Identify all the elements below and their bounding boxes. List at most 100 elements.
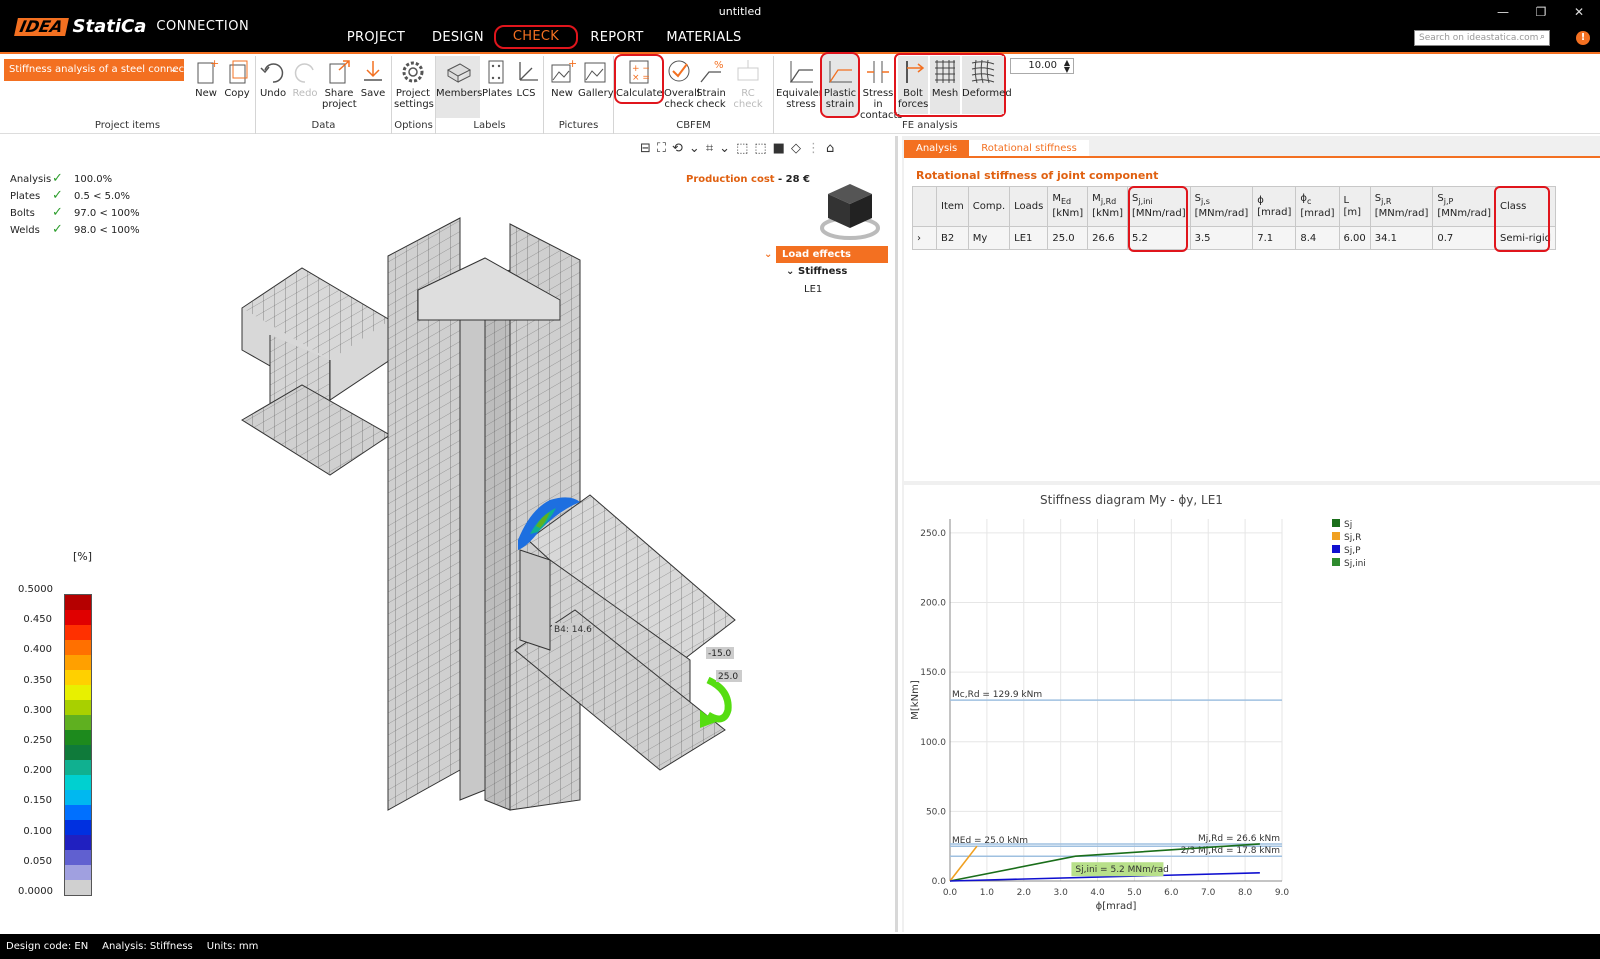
stress-curve-icon <box>787 58 815 86</box>
gallery-button[interactable]: Gallery <box>578 58 614 99</box>
menu-check[interactable]: CHECK <box>494 25 578 49</box>
svg-text:× =: × = <box>632 73 650 83</box>
equivalent-stress-button[interactable]: Equivalent stress <box>776 58 829 110</box>
button-label: Overall <box>664 88 700 99</box>
y-tick-label: 0.0 <box>932 877 947 887</box>
undo-button[interactable]: Undo <box>258 58 288 99</box>
table-row[interactable]: › B2 My LE1 25.0 26.6 5.2 3.5 7.1 8.4 6.00 34.1 0.7 S… <box>912 226 1556 250</box>
plastic-strain-icon <box>826 58 854 86</box>
strain-color-scale <box>64 594 92 896</box>
project-item-dropdown[interactable]: Stiffness analysis of a steel connecti ⌄ <box>4 59 184 81</box>
legend-tick-label: 0.150 <box>23 795 52 807</box>
view-wire-icon[interactable]: ⬚ <box>754 141 766 156</box>
menu-report[interactable]: REPORT <box>584 28 650 52</box>
copy-item-button[interactable]: Copy <box>222 58 252 99</box>
legend-swatch <box>1332 545 1340 553</box>
table-cell: 7.1 <box>1252 226 1297 250</box>
view-cube-icon[interactable] <box>820 182 880 242</box>
button-label: Redo <box>292 88 318 99</box>
home-icon[interactable]: ⌂ <box>826 141 834 156</box>
calculator-icon: + − × = <box>625 58 653 86</box>
redo-button[interactable]: Redo <box>290 58 320 99</box>
expand-row-icon[interactable]: › <box>912 226 937 250</box>
legend-tick-label: 0.0000 <box>18 886 53 897</box>
group-label: Pictures <box>558 120 599 131</box>
deformed-button[interactable]: Deformed <box>962 56 1012 114</box>
rotate-icon[interactable]: ⟲ <box>672 141 683 156</box>
save-button[interactable]: Save <box>358 58 388 99</box>
crop-icon[interactable]: ⌗ <box>706 141 713 156</box>
legend-tick-label: 0.450 <box>23 614 52 626</box>
tab-analysis[interactable]: Analysis <box>904 140 970 157</box>
table-cell: B2 <box>936 226 969 250</box>
project-settings-button[interactable]: Project settings <box>394 58 434 110</box>
status-units: Units: mm <box>206 941 259 952</box>
group-label: Labels <box>473 120 506 131</box>
legend-swatch <box>65 715 91 730</box>
deformed-mesh-icon <box>969 58 997 86</box>
mesh-button[interactable]: Mesh <box>930 56 960 114</box>
view-3d-icon[interactable]: ⬚ <box>736 141 748 156</box>
tree-header[interactable]: ⌄ Load effects <box>764 246 888 263</box>
column-header: L [m] <box>1338 186 1371 227</box>
zoom-fit-icon[interactable]: ⛶ <box>657 141 666 156</box>
load-effects-tree: ⌄ Load effects ⌄ Stiffness LE1 <box>764 246 888 299</box>
rc-check-button[interactable]: RC check <box>728 58 768 110</box>
button-label: project <box>322 99 357 110</box>
bolt-forces-button[interactable]: Bolt forces <box>898 56 928 114</box>
result-value: 0.5 < 5.0% <box>74 191 131 202</box>
new-item-button[interactable]: + New <box>192 57 220 99</box>
strain-check-button[interactable]: % Strain check <box>696 58 726 110</box>
chevron-down-icon[interactable]: ⌄ <box>719 141 730 156</box>
section-icon[interactable]: ⊟ <box>640 141 651 156</box>
close-button[interactable]: ✕ <box>1564 5 1594 19</box>
menu-materials[interactable]: MATERIALS <box>662 28 746 52</box>
minimize-button[interactable]: — <box>1488 5 1518 19</box>
button-label: check <box>664 99 694 110</box>
button-label: check <box>696 99 726 110</box>
chevron-down-icon[interactable]: ⌄ <box>689 141 700 156</box>
button-label: Share <box>324 88 354 99</box>
column-header: Comp. <box>967 186 1011 227</box>
menu-project[interactable]: PROJECT <box>340 28 412 52</box>
search-icon: ⌕ <box>1539 32 1545 42</box>
stress-in-contacts-button[interactable]: Stress in contacts <box>860 58 903 121</box>
share-project-button[interactable]: Share project <box>322 58 357 110</box>
deformation-scale-stepper[interactable]: 10.00 ▲ ▼ <box>1010 58 1074 74</box>
view-solid-icon[interactable]: ■ <box>773 141 785 156</box>
legend-label: Sj <box>1344 520 1352 530</box>
table-header-row: Item Comp. Loads MEd [kNm] Mj,Rd [kNm] Sj,ini [M… <box>912 186 1556 227</box>
calculate-button[interactable]: + − × = Calculate <box>614 54 664 104</box>
load-label-1: -15.0 <box>708 649 732 659</box>
x-tick-label: 0.0 <box>943 888 958 898</box>
stepper-arrows-icon[interactable]: ▲ ▼ <box>1064 59 1070 74</box>
overall-check-button[interactable]: Overall check <box>664 58 700 110</box>
legend-swatch <box>1332 558 1340 566</box>
search-input[interactable]: Search on ideastatica.com ⌕ <box>1414 30 1550 46</box>
new-picture-button[interactable]: + New <box>548 57 577 99</box>
group-label: Project items <box>94 120 161 131</box>
column-header: Loads <box>1009 186 1049 227</box>
tree-item-le1[interactable]: LE1 <box>776 281 888 299</box>
view-section-icon[interactable]: ⋮ <box>807 141 820 156</box>
legend-swatch <box>1332 519 1340 527</box>
tab-rotational-stiffness[interactable]: Rotational stiffness <box>969 140 1089 157</box>
info-icon[interactable]: ! <box>1576 31 1590 45</box>
plates-button[interactable]: Plates <box>482 58 512 99</box>
legend-swatch <box>65 730 91 745</box>
x-tick-label: 5.0 <box>1127 888 1142 898</box>
lcs-button[interactable]: LCS <box>512 58 540 99</box>
restore-button[interactable]: ❐ <box>1526 5 1556 19</box>
tree-item-stiffness[interactable]: ⌄ Stiffness <box>776 263 888 281</box>
result-label: Bolts <box>10 208 35 219</box>
results-tabs: Analysis Rotational stiffness <box>904 140 1089 157</box>
logo-statica: StatiCa <box>72 16 147 37</box>
connection-3d-model[interactable]: B4: 14.6 -15.0 25.0 <box>230 210 770 830</box>
stiffness-diagram[interactable]: 0.0 1.0 2.0 3.0 4.0 5.0 6.0 7.0 8.0 9.0 0.0 50.0 100… <box>904 505 1464 930</box>
menu-design[interactable]: DESIGN <box>424 28 492 52</box>
view-transparent-icon[interactable]: ◇ <box>791 141 801 156</box>
legend-tick-label: 0.5000 <box>18 584 53 595</box>
undo-icon <box>259 58 287 86</box>
members-button[interactable]: Members <box>436 56 482 118</box>
plastic-strain-button[interactable]: Plastic strain <box>820 52 860 118</box>
